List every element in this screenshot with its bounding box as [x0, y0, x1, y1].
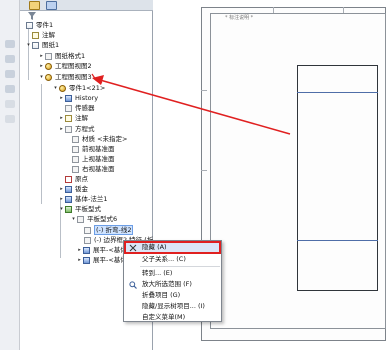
expand-arrow-icon[interactable]: ▸	[39, 52, 44, 61]
sheet-metal-icon	[65, 186, 72, 193]
toolbar-button-icon[interactable]	[5, 100, 15, 108]
filter-row	[20, 11, 153, 21]
menu-item-goto[interactable]: 转到... (E)	[124, 268, 221, 279]
plane-icon	[72, 146, 79, 153]
equation-icon	[65, 126, 72, 133]
toolbar-button-icon[interactable]	[5, 40, 15, 48]
base-flange-icon	[65, 196, 72, 203]
flatten-icon	[83, 247, 90, 254]
toolbar-button-icon[interactable]	[5, 85, 15, 93]
bend-line-icon	[84, 227, 91, 234]
boundary-box-icon	[84, 237, 91, 244]
collapse-arrow-icon[interactable]: ▾	[53, 84, 58, 93]
filter-icon[interactable]	[28, 12, 36, 20]
material-icon	[72, 136, 79, 143]
panel-tab-bar	[20, 0, 153, 11]
flat-pattern-icon	[77, 216, 84, 223]
flatten-icon	[83, 257, 90, 264]
menu-item-hide-show-tree[interactable]: 隐藏/显示树项目... (I)	[124, 301, 221, 312]
drawing-doc-icon	[26, 22, 33, 29]
expand-arrow-icon[interactable]: ▸	[59, 125, 64, 134]
drawing-view-outline[interactable]	[297, 65, 378, 291]
collapse-arrow-icon[interactable]: ▾	[39, 73, 44, 82]
left-toolbar-strip	[0, 0, 20, 350]
expand-arrow-icon[interactable]: ▸	[77, 256, 82, 265]
annotation-icon	[65, 115, 72, 122]
menu-item-parent-child[interactable]: 父子关系... (C)	[124, 254, 221, 265]
annotation-icon	[32, 32, 39, 39]
sheet-format-icon	[45, 53, 52, 60]
collapse-arrow-icon[interactable]: ▾	[26, 41, 31, 50]
sensor-icon	[65, 105, 72, 112]
expand-arrow-icon[interactable]: ▸	[77, 246, 82, 255]
expand-arrow-icon[interactable]: ▸	[59, 94, 64, 103]
menu-item-customize[interactable]: 自定义菜单(M)	[124, 312, 221, 323]
feature-manager-tab-icon[interactable]	[29, 1, 40, 10]
origin-icon	[65, 176, 72, 183]
part-icon	[59, 85, 66, 92]
history-icon	[65, 95, 72, 102]
sheet-title-mark: * 标注说明 *	[225, 15, 254, 21]
drawing-view-icon	[45, 63, 52, 70]
bend-line-mark	[297, 240, 378, 241]
bend-line-mark	[297, 92, 378, 93]
collapse-arrow-icon[interactable]: ▾	[71, 215, 76, 224]
menu-item-zoom-selection[interactable]: 放大所选范围 (F)	[124, 279, 221, 290]
drawing-view-icon	[45, 74, 52, 81]
zoom-icon	[129, 281, 137, 289]
expand-arrow-icon[interactable]: ▸	[59, 114, 64, 123]
expand-arrow-icon[interactable]: ▸	[39, 62, 44, 71]
expand-arrow-icon[interactable]: ▸	[59, 185, 64, 194]
menu-item-collapse[interactable]: 折叠项目 (G)	[124, 290, 221, 301]
annotation-highlight-box	[124, 241, 221, 254]
collapse-arrow-icon[interactable]: ▾	[59, 205, 64, 214]
toolbar-button-icon[interactable]	[5, 70, 15, 78]
flat-pattern-icon	[65, 206, 72, 213]
toolbar-button-icon[interactable]	[5, 115, 15, 123]
plane-icon	[72, 156, 79, 163]
toolbar-button-icon[interactable]	[5, 55, 15, 63]
sheet-icon	[32, 42, 39, 49]
property-manager-tab-icon[interactable]	[46, 1, 57, 10]
plane-icon	[72, 166, 79, 173]
expand-arrow-icon[interactable]: ▸	[59, 195, 64, 204]
